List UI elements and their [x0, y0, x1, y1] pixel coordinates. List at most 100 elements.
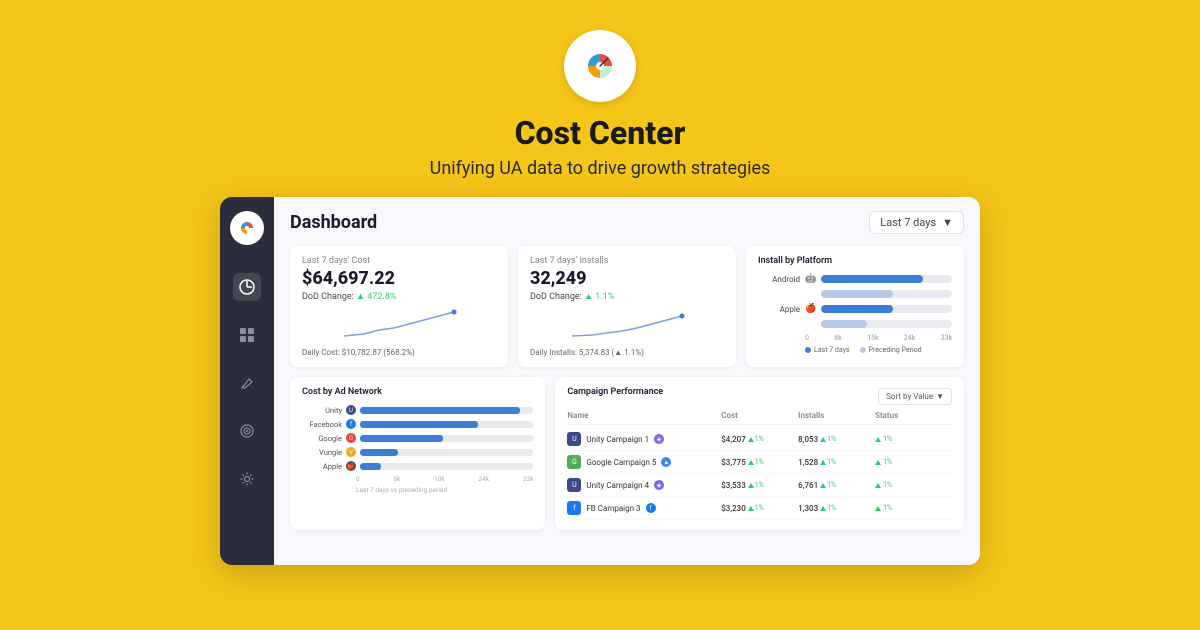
- up-icon: [820, 483, 826, 488]
- vungle-label: Vungle: [302, 448, 342, 457]
- android-bar-track: [821, 275, 952, 283]
- vungle-bar: [360, 449, 398, 456]
- up-icon: [748, 460, 754, 465]
- hero-section: Cost Center Unifying UA data to drive gr…: [430, 0, 771, 179]
- unity1-label: Unity Campaign 1: [586, 435, 649, 444]
- col-installs: Installs: [798, 411, 875, 420]
- legend-preceding: Preceding Period: [860, 346, 922, 354]
- stats-row: Last 7 days' Cost $64,697.22 DoD Change:…: [290, 246, 964, 367]
- campaign-unity1-name: U Unity Campaign 1 ◈: [567, 432, 721, 446]
- unity4-installs: 6,761 1%: [798, 481, 875, 490]
- network-note: Last 7 days vs preceding period: [302, 486, 533, 494]
- legend-preceding-dot: [860, 347, 866, 353]
- android-preceding-row: 🤖: [758, 289, 952, 299]
- campaign-fb3-name: f FB Campaign 3 f: [567, 501, 721, 515]
- up-icon: [820, 460, 826, 465]
- unity-bar-track: [360, 407, 533, 414]
- campaign-google5-name: G Google Campaign 5 ▲: [567, 455, 721, 469]
- unity1-icon: U: [567, 432, 581, 446]
- vungle-bar-row: Vungle V: [302, 447, 533, 457]
- unity1-cost: $4,207 1%: [721, 435, 798, 444]
- fb3-icon: f: [567, 501, 581, 515]
- facebook-bar: [360, 421, 478, 428]
- apple-bar-preceding: [821, 320, 867, 328]
- unity4-status: 1%: [875, 481, 952, 490]
- apple-bar-preceding-track: [821, 320, 952, 328]
- campaign-title: Campaign Performance: [567, 387, 663, 397]
- android-label: Android: [758, 275, 800, 284]
- col-cost: Cost: [721, 411, 798, 420]
- cost-dod: DoD Change: ▲ 472.8%: [302, 291, 496, 302]
- apple-row: Apple 🍎: [758, 304, 952, 314]
- fb3-label: FB Campaign 3: [586, 504, 640, 513]
- up-icon: [748, 483, 754, 488]
- installs-label: Last 7 days' Installs: [530, 256, 724, 266]
- google-bar-track: [360, 435, 533, 442]
- installs-daily: Daily Installs: 5,374.83 (▲ 1.1%): [530, 348, 724, 357]
- date-range-label: Last 7 days: [880, 216, 936, 229]
- sidebar-item-analytics[interactable]: [233, 273, 261, 301]
- vungle-bar-track: [360, 449, 533, 456]
- apple-preceding-row: 🍎: [758, 319, 952, 329]
- installs-dod-label: DoD Change:: [530, 292, 582, 302]
- google-bar-row: Google G: [302, 433, 533, 443]
- sidebar-item-edit[interactable]: [233, 369, 261, 397]
- legend-current-dot: [805, 347, 811, 353]
- google-label: Google: [302, 434, 342, 443]
- unity1-installs: 8,053 1%: [798, 435, 875, 444]
- android-bar-preceding-track: [821, 290, 952, 298]
- unity1-network-badge: ◈: [654, 434, 664, 444]
- cost-dod-label: DoD Change:: [302, 292, 354, 302]
- cost-mini-chart: [302, 306, 496, 342]
- table-row: f FB Campaign 3 f $3,230 1% 1,303 1%: [567, 497, 952, 520]
- apple-net-bar-track: [360, 463, 533, 470]
- google5-installs: 1,528 1%: [798, 458, 875, 467]
- network-card: Cost by Ad Network Unity U Facebook f: [290, 377, 545, 530]
- apple-net-icon: 🍎: [346, 461, 356, 471]
- sidebar: [220, 197, 274, 565]
- platform-legend: Last 7 days Preceding Period: [758, 346, 952, 354]
- installs-dod: DoD Change: ▲ 1.1%: [530, 291, 724, 302]
- sidebar-item-target[interactable]: [233, 417, 261, 445]
- android-bar-current: [821, 275, 923, 283]
- apple-bar-current: [821, 305, 893, 313]
- dashboard-title: Dashboard: [290, 212, 377, 233]
- unity-label: Unity: [302, 406, 342, 415]
- sidebar-item-settings[interactable]: [233, 465, 261, 493]
- chevron-down-icon: ▼: [942, 216, 953, 229]
- unity4-network-badge: ◈: [654, 480, 664, 490]
- sort-button[interactable]: Sort by Value ▼: [878, 388, 952, 405]
- legend-current: Last 7 days: [805, 346, 850, 354]
- facebook-label: Facebook: [302, 420, 342, 429]
- sidebar-item-grid[interactable]: [233, 321, 261, 349]
- dashboard-container: Dashboard Last 7 days ▼ Last 7 days' Cos…: [220, 197, 980, 565]
- android-bar-preceding: [821, 290, 893, 298]
- fb3-network-badge: f: [646, 503, 656, 513]
- up-icon: [748, 437, 754, 442]
- google-bar: [360, 435, 443, 442]
- date-selector[interactable]: Last 7 days ▼: [869, 211, 964, 234]
- campaign-header: Campaign Performance Sort by Value ▼: [567, 387, 952, 405]
- google5-network-badge: ▲: [661, 457, 671, 467]
- unity4-icon: U: [567, 478, 581, 492]
- up-icon: [748, 506, 754, 511]
- col-status: Status: [875, 411, 952, 420]
- platform-card: Install by Platform Android 🤖 🤖: [746, 246, 964, 367]
- facebook-bar-row: Facebook f: [302, 419, 533, 429]
- installs-card: Last 7 days' Installs 32,249 DoD Change:…: [518, 246, 736, 367]
- dashboard-header: Dashboard Last 7 days ▼: [290, 211, 964, 234]
- app-title: Cost Center: [515, 114, 686, 152]
- fb3-status: 1%: [875, 504, 952, 513]
- sidebar-logo: [230, 211, 264, 245]
- campaign-card: Campaign Performance Sort by Value ▼ Nam…: [555, 377, 964, 530]
- facebook-bar-track: [360, 421, 533, 428]
- legend-current-label: Last 7 days: [814, 346, 850, 354]
- network-title: Cost by Ad Network: [302, 387, 533, 397]
- legend-preceding-label: Preceding Period: [869, 346, 922, 354]
- fb3-installs: 1,303 1%: [798, 504, 875, 513]
- apple-net-bar: [360, 463, 381, 470]
- col-name: Name: [567, 411, 721, 420]
- fb3-cost: $3,230 1%: [721, 504, 798, 513]
- apple-label: Apple: [758, 305, 800, 314]
- apple-net-label: Apple: [302, 462, 342, 471]
